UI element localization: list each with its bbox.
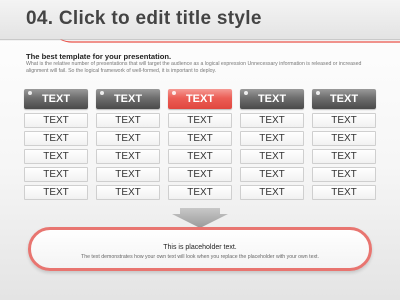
table-cell[interactable]: TEXT [24, 149, 88, 164]
table-header-cell[interactable]: TEXT [24, 89, 88, 109]
table-cell[interactable]: TEXT [312, 113, 376, 128]
table-cell[interactable]: TEXT [24, 113, 88, 128]
table-cell[interactable]: TEXT [24, 185, 88, 200]
table-cell[interactable]: TEXT [312, 185, 376, 200]
header-shine-dot [100, 91, 104, 95]
table-cell[interactable]: TEXT [240, 185, 304, 200]
down-arrow-icon [172, 208, 228, 228]
table-cell[interactable]: TEXT [240, 131, 304, 146]
table-cell[interactable]: TEXT [168, 149, 232, 164]
table-cell[interactable]: TEXT [24, 167, 88, 182]
subtitle[interactable]: The best template for your presentation. [26, 52, 171, 61]
table-cell[interactable]: TEXT [168, 131, 232, 146]
table-cell[interactable]: TEXT [168, 113, 232, 128]
table-cell[interactable]: TEXT [96, 113, 160, 128]
table-cell[interactable]: TEXT [96, 149, 160, 164]
table-cell[interactable]: TEXT [96, 131, 160, 146]
table-cell[interactable]: TEXT [24, 131, 88, 146]
table-header-label: TEXT [41, 93, 71, 105]
callout-title[interactable]: This is placeholder text. [31, 244, 369, 251]
table-header-label: TEXT [113, 93, 143, 105]
table-cell[interactable]: TEXT [312, 167, 376, 182]
table-header-label: TEXT [257, 93, 287, 105]
table-header-cell[interactable]: TEXT [240, 89, 304, 109]
table-header-cell[interactable]: TEXT [96, 89, 160, 109]
table-cell[interactable]: TEXT [312, 149, 376, 164]
header-shine-dot [172, 91, 176, 95]
table-cell[interactable]: TEXT [240, 149, 304, 164]
callout-text[interactable]: The text demonstrates how your own text … [31, 254, 369, 260]
header-shine-dot [244, 91, 248, 95]
table-header-label: TEXT [329, 93, 359, 105]
header-shine-dot [28, 91, 32, 95]
title-underline [0, 39, 400, 43]
callout-box: This is placeholder text. The text demon… [28, 227, 372, 271]
table-cell[interactable]: TEXT [168, 167, 232, 182]
table-cell[interactable]: TEXT [168, 185, 232, 200]
table-cell[interactable]: TEXT [240, 167, 304, 182]
table-cell[interactable]: TEXT [240, 113, 304, 128]
table-header-cell[interactable]: TEXT [312, 89, 376, 109]
body-text[interactable]: What is the relative number of presentat… [26, 61, 381, 75]
table-cell[interactable]: TEXT [312, 131, 376, 146]
slide-title[interactable]: 04. Click to edit title style [26, 8, 262, 30]
table-cell[interactable]: TEXT [96, 167, 160, 182]
table-header-cell[interactable]: TEXT [168, 89, 232, 109]
table-cell[interactable]: TEXT [96, 185, 160, 200]
table-header-label: TEXT [185, 93, 215, 105]
header-shine-dot [316, 91, 320, 95]
